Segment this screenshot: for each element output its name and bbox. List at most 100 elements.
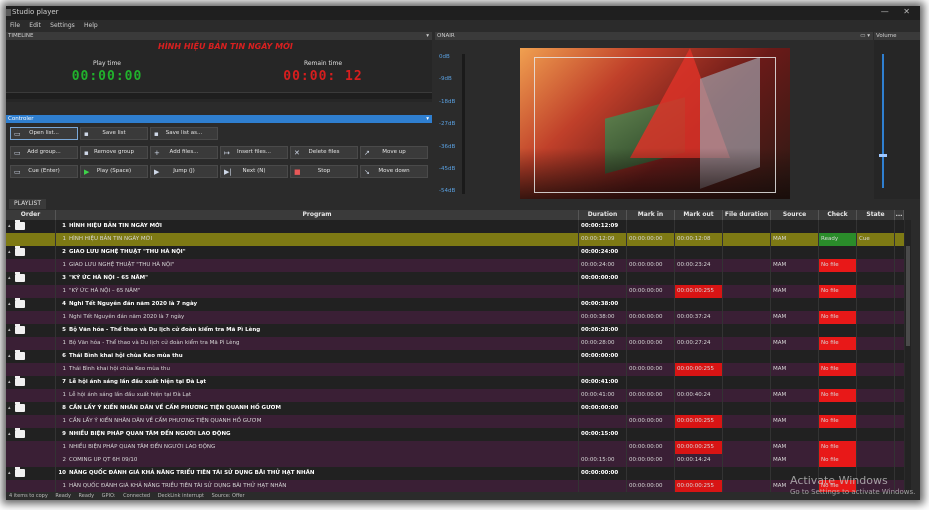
collapse-icon[interactable]: ▴: [8, 350, 11, 363]
move-up-button[interactable]: ↗ Move up: [360, 146, 428, 159]
table-row[interactable]: 1 HÀN QUỐC ĐÁNH GIÁ KHẢ NĂNG TRIỀU TIÊN T…: [6, 480, 904, 492]
group-row[interactable]: ▴ 4 Nghi Tết Nguyên đán năm 2020 là 7 ngày…: [6, 298, 904, 311]
col-source[interactable]: Source: [771, 210, 819, 220]
menu-file[interactable]: File: [10, 22, 20, 29]
group-row[interactable]: ▴ 3 "KÝ ỨC HÀ NỘI – 65 NĂM" 00:00:00:00: [6, 272, 904, 285]
table-row[interactable]: 2 COMING UP QT 6H 09/10 00:00:15:00 00:00:0…: [6, 454, 904, 467]
volume-header: Volume: [874, 32, 920, 40]
col-file-duration[interactable]: File duration: [723, 210, 771, 220]
insert-files-button[interactable]: ↦ Insert files...: [220, 146, 288, 159]
collapse-icon[interactable]: ▴: [8, 467, 11, 480]
program-title: Thái Bình khai hội chùa Keo mùa thu: [69, 366, 170, 372]
collapse-icon[interactable]: ▴: [8, 402, 11, 415]
mark-out-cell: 00:00:40:24: [675, 389, 723, 402]
duration-cell: 00:00:00:00: [579, 272, 627, 285]
delete-files-button[interactable]: ✕ Delete files: [290, 146, 358, 159]
save-list-button[interactable]: ▪ Save list: [80, 127, 148, 140]
table-row[interactable]: 1 "KÝ ỨC HÀ NỘI – 65 NĂM" 00:00:00:00 00:00…: [6, 285, 904, 298]
volume-slider-thumb[interactable]: [879, 154, 887, 157]
group-row[interactable]: ▴ 1 HÌNH HIỆU BẢN TIN NGÀY MỚI 00:00:12:09: [6, 220, 904, 233]
col-mark-out[interactable]: Mark out: [675, 210, 723, 220]
playlist-scrollbar[interactable]: [905, 220, 911, 492]
table-row[interactable]: 1 GIAO LƯU NGHỆ THUẬT "THU HÀ NỘI" 00:00:2…: [6, 259, 904, 272]
open-list-button[interactable]: ▭ Open list...: [10, 127, 78, 140]
group-row[interactable]: ▴ 2 GIAO LƯU NGHỆ THUẬT "THU HÀ NỘI" 00:00:…: [6, 246, 904, 259]
stop-button[interactable]: ■ Stop: [290, 165, 358, 178]
pin-icon[interactable]: ▾: [426, 115, 429, 123]
col-more[interactable]: ...: [895, 210, 904, 220]
order-cell: [6, 415, 56, 428]
pin-icon[interactable]: ▾: [426, 32, 429, 40]
mark-out-cell: [675, 402, 723, 415]
table-row[interactable]: 1 Thái Bình khai hội chùa Keo mùa thu 00:0…: [6, 363, 904, 376]
table-row[interactable]: 1 HÌNH HIỆU BẢN TIN NGÀY MỚI 00:00:12:09 00…: [6, 233, 904, 246]
group-row[interactable]: ▴ 10 NÂNG QUỐC ĐÁNH GIÁ KHẢ NĂNG TRIỂU TIÊ…: [6, 467, 904, 480]
program-title: NÂNG QUỐC ĐÁNH GIÁ KHẢ NĂNG TRIỂU TIÊN T…: [69, 470, 315, 476]
collapse-icon[interactable]: ▴: [8, 272, 11, 285]
table-row[interactable]: 1 Nghi Tết Nguyên đán năm 2020 là 7 ngày 0…: [6, 311, 904, 324]
add-files-button[interactable]: + Add files...: [150, 146, 218, 159]
next-icon: ▶|: [224, 168, 232, 176]
duration-cell: 00:00:28:00: [579, 337, 627, 350]
mark-out-cell: 00:00:37:24: [675, 311, 723, 324]
col-mark-in[interactable]: Mark in: [627, 210, 675, 220]
collapse-icon[interactable]: ▴: [8, 428, 11, 441]
group-row[interactable]: ▴ 7 Lễ hội ánh sáng lần đầu xuất hiện tại …: [6, 376, 904, 389]
add-group-button[interactable]: ▭ Add group...: [10, 146, 78, 159]
cue-button[interactable]: ▭ Cue (Enter): [10, 165, 78, 178]
next-button[interactable]: ▶| Next (N): [220, 165, 288, 178]
jump-button[interactable]: ▶ Jump (J): [150, 165, 218, 178]
table-row[interactable]: 1 Bộ Văn hóa - Thể thao và Du lịch cử đoà…: [6, 337, 904, 350]
table-row[interactable]: 1 CẦN LẤY Ý KIẾN NHÂN DÂN VỀ CẤM PHƯƠNG T…: [6, 415, 904, 428]
table-row[interactable]: 1 Lễ hội ánh sáng lần đầu xuất hiện tại Đ…: [6, 389, 904, 402]
menu-edit[interactable]: Edit: [29, 22, 41, 29]
collapse-icon[interactable]: ▴: [8, 246, 11, 259]
menu-help[interactable]: Help: [84, 22, 98, 29]
group-row[interactable]: ▴ 6 Thái Bình khai hội chùa Keo mùa thu 00:…: [6, 350, 904, 363]
col-duration[interactable]: Duration: [579, 210, 627, 220]
collapse-icon[interactable]: ▴: [8, 298, 11, 311]
play-button[interactable]: ▶ Play (Space): [80, 165, 148, 178]
move-down-button[interactable]: ↘ Move down: [360, 165, 428, 178]
collapse-icon[interactable]: ▴: [8, 376, 11, 389]
file-duration-cell: [723, 402, 771, 415]
mark-out-cell: 00:00:00:255: [675, 285, 723, 298]
group-row[interactable]: ▴ 5 Bộ Văn hóa - Thể thao và Du lịch cử đo…: [6, 324, 904, 337]
col-order[interactable]: Order: [6, 210, 56, 220]
group-row[interactable]: ▴ 9 NHIỀU BIỆN PHÁP QUAN TÂM ĐẾN NGƯỜI LAO…: [6, 428, 904, 441]
check-cell: No file: [819, 363, 857, 376]
remove-group-button[interactable]: ▪ Remove group: [80, 146, 148, 159]
window-controls[interactable]: — ✕: [881, 7, 916, 16]
table-row[interactable]: 1 NHIỀU BIỆN PHÁP QUAN TÂM ĐẾN NGƯỜI LAO …: [6, 441, 904, 454]
source-cell: [771, 246, 819, 259]
menu-settings[interactable]: Settings: [50, 22, 75, 29]
volume-slider[interactable]: [882, 54, 884, 188]
col-program[interactable]: Program: [56, 210, 579, 220]
group-row[interactable]: ▴ 8 CẦN LẤY Ý KIẾN NHÂN DÂN VỀ CẤM PHƯƠNG …: [6, 402, 904, 415]
duration-cell: 00:00:15:00: [579, 428, 627, 441]
col-check[interactable]: Check: [819, 210, 857, 220]
window-buttons-icon[interactable]: ▭ ▾: [860, 32, 870, 40]
col-state[interactable]: State: [857, 210, 895, 220]
folder-icon: [15, 350, 25, 360]
collapse-icon[interactable]: ▴: [8, 324, 11, 337]
program-cell: 7 Lễ hội ánh sáng lần đầu xuất hiện tại Đ…: [56, 376, 579, 389]
tab-playlist[interactable]: PLAYLIST: [9, 199, 46, 209]
timeline-progress[interactable]: [6, 92, 432, 99]
state-cell: [857, 259, 895, 272]
state-cell: Cue: [857, 233, 895, 246]
collapse-icon[interactable]: ▴: [8, 220, 11, 233]
row-number: 7: [62, 379, 66, 385]
source-cell: [771, 402, 819, 415]
mark-in-cell: [627, 220, 675, 233]
mark-in-cell: 00:00:00:00: [627, 259, 675, 272]
source-cell: MAM: [771, 441, 819, 454]
file-duration-cell: [723, 441, 771, 454]
controller-panel: ▭ Open list... ▪ Save list ▪ Save list as..…: [6, 123, 432, 183]
program-title: HÌNH HIỆU BẢN TIN NGÀY MỚI: [69, 223, 162, 229]
scrollbar-thumb[interactable]: [906, 246, 910, 346]
save-list-as-button[interactable]: ▪ Save list as...: [150, 127, 218, 140]
row-number: 1: [62, 262, 67, 268]
state-cell: [857, 402, 895, 415]
timeline-panel: HÌNH HIỆU BẢN TIN NGÀY MỚI Play time 00:…: [6, 40, 432, 102]
